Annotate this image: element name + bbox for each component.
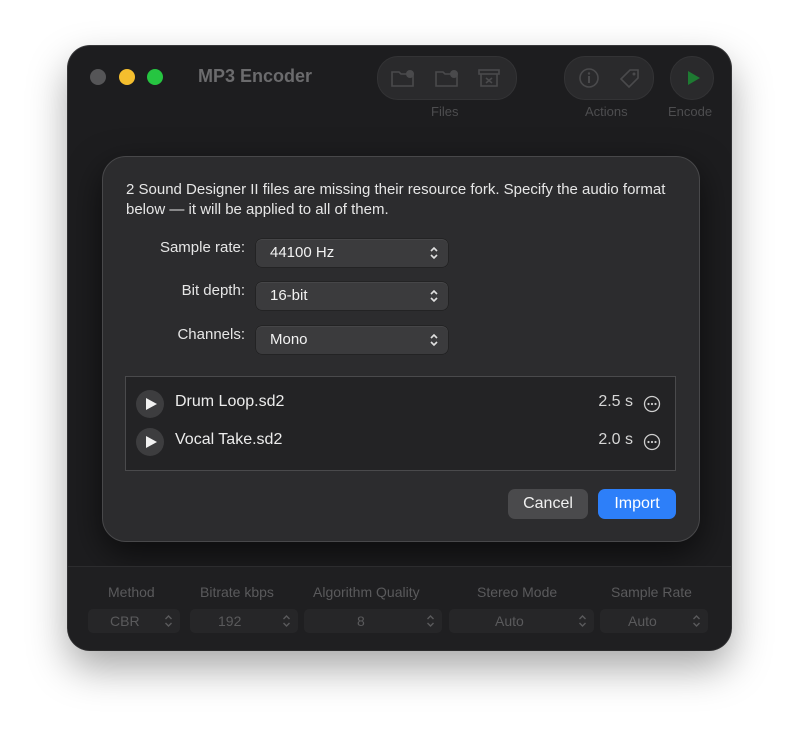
files-toolbar-group [377, 56, 517, 100]
encode-button[interactable] [670, 56, 714, 100]
more-options-icon[interactable] [643, 433, 661, 451]
chevron-up-down-icon [579, 615, 586, 627]
missing-resource-fork-sheet: 2 Sound Designer II files are missing th… [102, 156, 700, 542]
bit-depth-label: Bit depth: [181, 282, 245, 299]
sample-rate-setting-popup[interactable]: Auto [600, 609, 708, 633]
actions-toolbar-label: Actions [585, 104, 628, 119]
chevron-up-down-icon [283, 615, 290, 627]
play-icon [146, 398, 157, 410]
play-icon [146, 436, 157, 448]
close-window-button[interactable] [90, 69, 106, 85]
file-duration: 2.0 s [598, 431, 633, 448]
chevron-up-down-icon [430, 246, 438, 260]
quality-value: 8 [357, 613, 365, 629]
file-duration: 2.5 s [598, 393, 633, 410]
preview-play-button[interactable] [136, 428, 164, 456]
dialog-message: 2 Sound Designer II files are missing th… [126, 181, 666, 218]
remove-files-icon[interactable] [476, 67, 502, 89]
file-name: Drum Loop.sd2 [175, 393, 285, 410]
quality-label: Algorithm Quality [313, 584, 420, 600]
actions-toolbar-group [564, 56, 654, 100]
bitrate-label: Bitrate kbps [200, 584, 274, 600]
window-title: MP3 Encoder [198, 66, 313, 86]
add-files-icon[interactable] [434, 67, 460, 89]
file-row[interactable]: Vocal Take.sd2 2.0 s [126, 423, 675, 461]
stereo-mode-label: Stereo Mode [477, 584, 558, 600]
sample-rate-label: Sample rate: [159, 239, 245, 256]
channels-popup[interactable]: Mono [256, 326, 448, 354]
file-list: Drum Loop.sd2 2.5 s Vocal Take.sd2 2.0 s [125, 376, 676, 471]
preview-play-button[interactable] [136, 390, 164, 418]
stereo-mode-value: Auto [495, 613, 524, 629]
zoom-window-button[interactable] [147, 69, 163, 85]
sample-rate-setting-value: Auto [628, 613, 657, 629]
encode-toolbar-label: Encode [668, 104, 713, 119]
encoder-settings-bar: Method CBR Bitrate kbps 192 Algorithm Qu… [68, 566, 731, 650]
tag-icon[interactable] [617, 67, 643, 89]
add-folder-icon[interactable] [390, 67, 416, 89]
method-value: CBR [110, 613, 140, 629]
files-toolbar-label: Files [431, 104, 459, 119]
bit-depth-value: 16-bit [270, 287, 308, 304]
chevron-up-down-icon [430, 289, 438, 303]
cancel-button[interactable]: Cancel [508, 489, 588, 519]
channels-value: Mono [270, 331, 308, 348]
quality-popup[interactable]: 8 [304, 609, 442, 633]
sample-rate-popup[interactable]: 44100 Hz [256, 239, 448, 267]
chevron-up-down-icon [427, 615, 434, 627]
method-label: Method [108, 584, 155, 600]
sample-rate-value: 44100 Hz [270, 244, 335, 261]
chevron-up-down-icon [430, 333, 438, 347]
file-name: Vocal Take.sd2 [175, 431, 283, 448]
chevron-up-down-icon [693, 615, 700, 627]
import-button[interactable]: Import [598, 489, 676, 519]
bit-depth-popup[interactable]: 16-bit [256, 282, 448, 310]
bitrate-popup[interactable]: 192 [190, 609, 298, 633]
bitrate-value: 192 [218, 613, 242, 629]
stereo-mode-popup[interactable]: Auto [449, 609, 594, 633]
minimize-window-button[interactable] [119, 69, 135, 85]
method-popup[interactable]: CBR [88, 609, 180, 633]
app-window: MP3 Encoder Files Actions Encode 2 Sound… [68, 46, 731, 650]
info-icon[interactable] [576, 67, 602, 89]
sample-rate-setting-label: Sample Rate [611, 584, 692, 600]
more-options-icon[interactable] [643, 395, 661, 413]
chevron-up-down-icon [165, 615, 172, 627]
file-row[interactable]: Drum Loop.sd2 2.5 s [126, 385, 675, 423]
channels-label: Channels: [177, 326, 245, 343]
play-icon [688, 71, 700, 85]
